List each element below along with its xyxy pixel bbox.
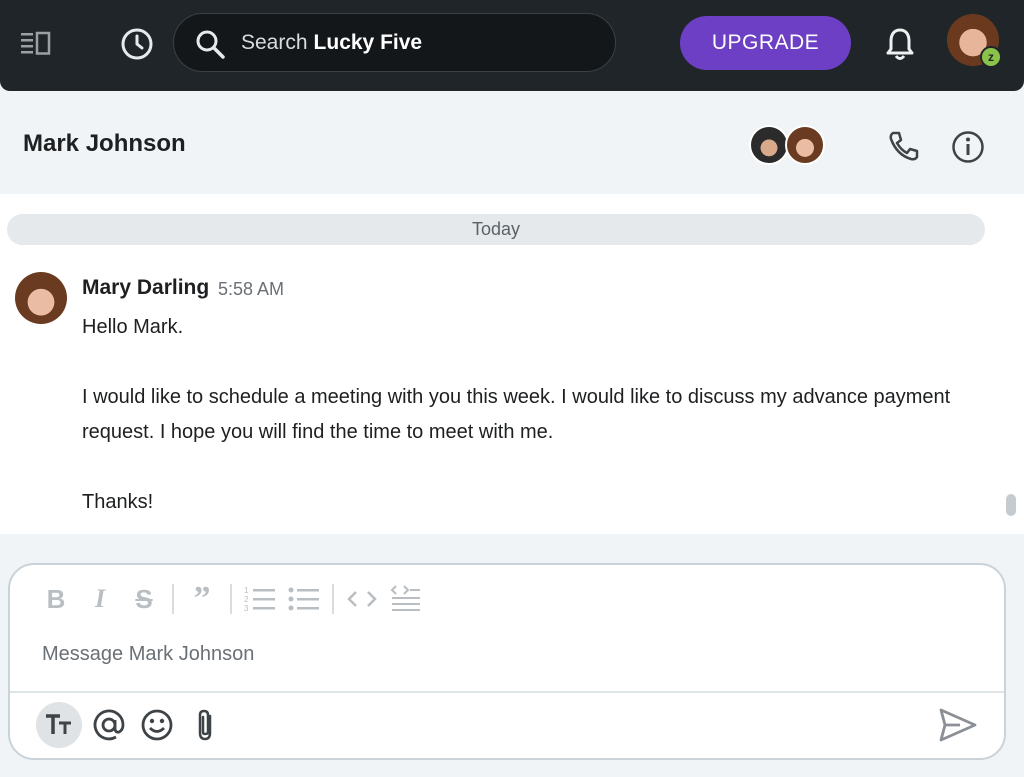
search-icon (196, 30, 225, 59)
chat-header: Mark Johnson (0, 98, 1024, 194)
toolbar-divider (230, 584, 232, 614)
bell-icon[interactable] (883, 26, 917, 62)
upgrade-button[interactable]: UPGRADE (680, 16, 851, 70)
status-badge: z (980, 46, 1002, 68)
message-author-avatar[interactable] (15, 272, 67, 324)
bullet-list-button[interactable] (282, 581, 326, 617)
emoji-icon (141, 709, 173, 741)
strikethrough-button[interactable]: S (122, 581, 166, 617)
code-icon (347, 591, 377, 607)
message-line: I would like to schedule a meeting with … (82, 386, 951, 443)
participant-avatar-mark[interactable] (749, 125, 789, 165)
message-line: Thanks! (82, 491, 154, 513)
text-format-icon (46, 714, 71, 734)
toolbar-divider (172, 584, 174, 614)
history-clock-icon[interactable] (119, 26, 155, 62)
composer-divider (10, 691, 1004, 693)
italic-button[interactable]: I (78, 581, 122, 617)
text-format-button[interactable] (36, 702, 82, 748)
bullet-list-icon (288, 587, 319, 611)
svg-text:1: 1 (244, 586, 249, 595)
top-bar: Search Lucky Five UPGRADE z (0, 0, 1024, 91)
chat-title: Mark Johnson (23, 130, 186, 157)
phone-icon[interactable] (887, 129, 921, 163)
bold-button[interactable]: B (34, 581, 78, 617)
message-composer: B I S ” 123 Message Mark Johnson (8, 563, 1006, 760)
search-placeholder: Search Lucky Five (241, 31, 423, 54)
message-input[interactable]: Message Mark Johnson (42, 643, 254, 666)
emoji-button[interactable] (136, 703, 178, 747)
mention-button[interactable] (88, 703, 130, 747)
ordered-list-icon: 123 (244, 586, 275, 613)
ordered-list-button[interactable]: 123 (238, 581, 282, 617)
code-block-icon (390, 585, 420, 611)
composer-tools (36, 702, 226, 748)
formatting-toolbar: B I S ” 123 (34, 580, 428, 617)
message-timestamp: 5:58 AM (218, 279, 285, 299)
code-block-button[interactable] (384, 581, 428, 617)
message-line: Hello Mark. (82, 316, 184, 338)
quote-button[interactable]: ” (180, 580, 224, 617)
participant-avatar-mary[interactable] (785, 125, 825, 165)
send-icon[interactable] (938, 707, 978, 743)
info-icon[interactable] (950, 129, 986, 165)
mention-icon (93, 709, 125, 741)
code-button[interactable] (340, 581, 384, 617)
attach-button[interactable] (184, 703, 226, 747)
svg-text:3: 3 (244, 604, 249, 613)
message-author[interactable]: Mary Darling (82, 276, 209, 300)
message-body: Hello Mark. I would like to schedule a m… (82, 310, 982, 520)
message-list: Today Mary Darling 5:58 AM Hello Mark. I… (0, 194, 1024, 534)
scrollbar-thumb[interactable] (1006, 494, 1016, 516)
sidebar-toggle-icon[interactable] (20, 30, 52, 56)
date-divider: Today (7, 214, 985, 245)
paperclip-icon (198, 709, 212, 741)
search-input[interactable]: Search Lucky Five (173, 13, 616, 72)
workspace-name: Lucky Five (313, 31, 423, 54)
svg-text:2: 2 (244, 595, 249, 604)
toolbar-divider (332, 584, 334, 614)
